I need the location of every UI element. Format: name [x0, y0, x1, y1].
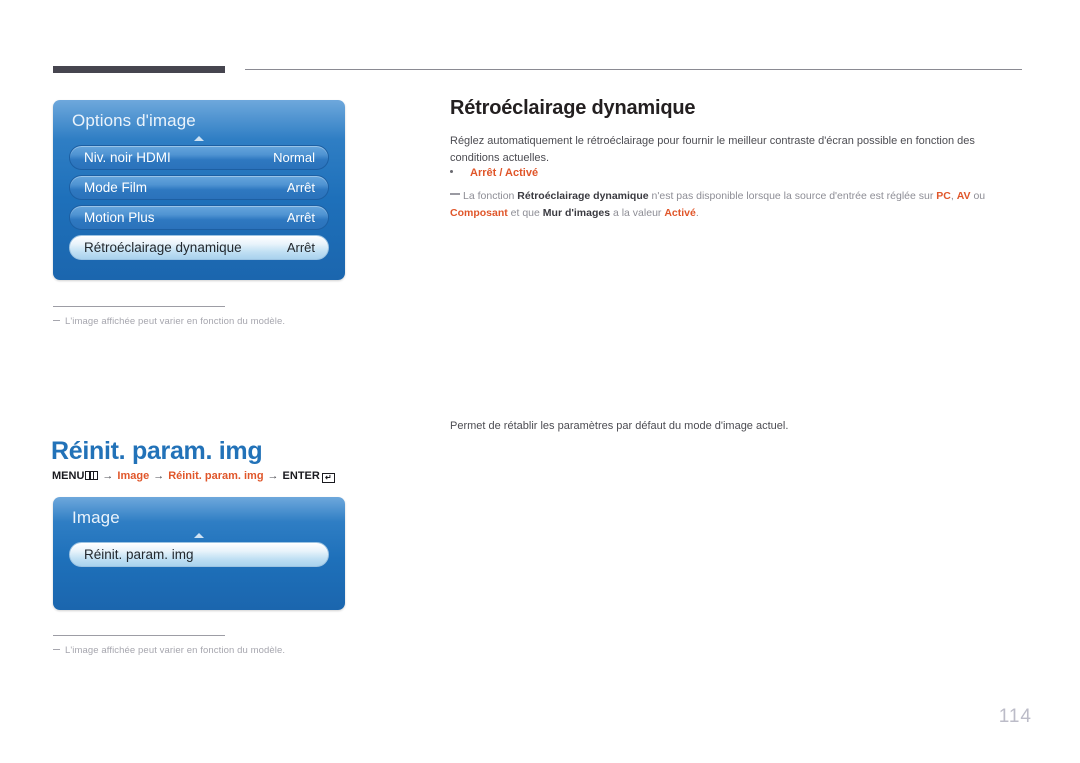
- note-term4: Composant: [450, 207, 508, 220]
- osd-menu-item-label: Niv. noir HDMI: [84, 150, 171, 165]
- page-number: 114: [998, 706, 1032, 727]
- osd-menu-item[interactable]: Rétroéclairage dynamique Arrêt: [69, 235, 329, 260]
- scroll-up-caret-icon: [194, 136, 204, 141]
- breadcrumb-step-image: Image: [117, 470, 150, 482]
- osd-panel-title: Options d'image: [72, 111, 196, 130]
- osd-panel-options-dimage: Options d'image Niv. noir HDMI Normal Mode…: [53, 100, 345, 280]
- note-term6: Activé: [664, 207, 696, 220]
- breadcrumb-menu-label: MENU: [52, 470, 85, 482]
- section-title-retroeclairage: Rétroéclairage dynamique: [450, 97, 696, 119]
- osd-menu-item-label: Réinit. param. img: [84, 547, 194, 562]
- header-divider-rule: [245, 69, 1022, 70]
- breadcrumb-enter-label: ENTER: [282, 470, 320, 482]
- section-bullet-options: Arrêt / Activé: [450, 167, 538, 179]
- osd-menu-item-value: Arrêt: [286, 240, 315, 255]
- note-part1: La fonction: [463, 190, 518, 202]
- osd-menu-item-value: Arrêt: [286, 180, 315, 195]
- note-term3: AV: [956, 190, 971, 202]
- note-term1: Rétroéclairage dynamique: [517, 190, 649, 202]
- menu-grid-icon: [85, 471, 99, 480]
- section-body-retroeclairage: Réglez automatiquement le rétroéclairage…: [450, 135, 975, 165]
- note-term5: Mur d'images: [542, 207, 611, 220]
- osd-menu-item-label: Motion Plus: [84, 210, 155, 225]
- osd-menu-item[interactable]: Niv. noir HDMI Normal: [69, 145, 329, 170]
- scroll-up-caret-icon: [194, 533, 204, 538]
- footnote-1: L'image affichée peut varier en fonction…: [53, 316, 285, 327]
- osd-panel-title: Image: [72, 508, 120, 527]
- note-part4: et que: [507, 207, 543, 220]
- note-part5: a la valeur: [610, 207, 665, 220]
- footnote-rule-1: [53, 306, 225, 307]
- header-accent-bar: [53, 66, 225, 73]
- note-part6: .: [695, 207, 699, 220]
- bullet-label: Arrêt / Activé: [470, 167, 539, 179]
- footnote-2: L'image affichée peut varier en fonction…: [53, 645, 285, 656]
- osd-menu-item[interactable]: Réinit. param. img: [69, 542, 329, 567]
- breadcrumb-arrow-3: →: [267, 470, 279, 482]
- note-term2: PC: [936, 190, 951, 202]
- footnote-rule-2: [53, 635, 225, 636]
- osd-row-list: Réinit. param. img: [53, 542, 345, 588]
- breadcrumb-arrow-1: →: [102, 470, 114, 482]
- osd-menu-item[interactable]: Mode Film Arrêt: [69, 175, 329, 200]
- footnote-dash-icon: [53, 320, 60, 321]
- osd-menu-item[interactable]: Motion Plus Arrêt: [69, 205, 329, 230]
- osd-menu-item-label: Mode Film: [84, 180, 148, 195]
- osd-panel-image: Image Réinit. param. img: [53, 497, 345, 610]
- osd-menu-item-value: Normal: [273, 150, 315, 165]
- bullet-dot-icon: [450, 170, 453, 173]
- section-note-retroeclairage: La fonction Rétroéclairage dynamique n'e…: [450, 188, 1010, 223]
- footnote-2-text: L'image affichée peut varier en fonction…: [65, 645, 286, 656]
- osd-menu-item-value: Arrêt: [286, 210, 315, 225]
- osd-row-list: Niv. noir HDMI Normal Mode Film Arrêt Motion…: [53, 145, 345, 280]
- note-dash-icon: [450, 193, 460, 195]
- section-title-reinit-param-img: Réinit. param. img: [51, 436, 263, 465]
- osd-menu-item-label: Rétroéclairage dynamique: [84, 240, 242, 255]
- note-part3: ou: [970, 190, 986, 202]
- note-part2: n'est pas disponible lorsque la source d…: [648, 190, 937, 202]
- breadcrumb: MENU → Image → Réinit. param. img → ENTER ↵: [52, 470, 335, 483]
- footnote-1-text: L'image affichée peut varier en fonction…: [65, 316, 286, 327]
- enter-return-icon: ↵: [321, 473, 335, 483]
- breadcrumb-arrow-2: →: [153, 470, 165, 482]
- section-body-reinit-param-img: Permet de rétablir les paramètres par dé…: [450, 420, 789, 432]
- breadcrumb-step-reinit: Réinit. param. img: [168, 470, 264, 482]
- footnote-dash-icon: [53, 649, 60, 650]
